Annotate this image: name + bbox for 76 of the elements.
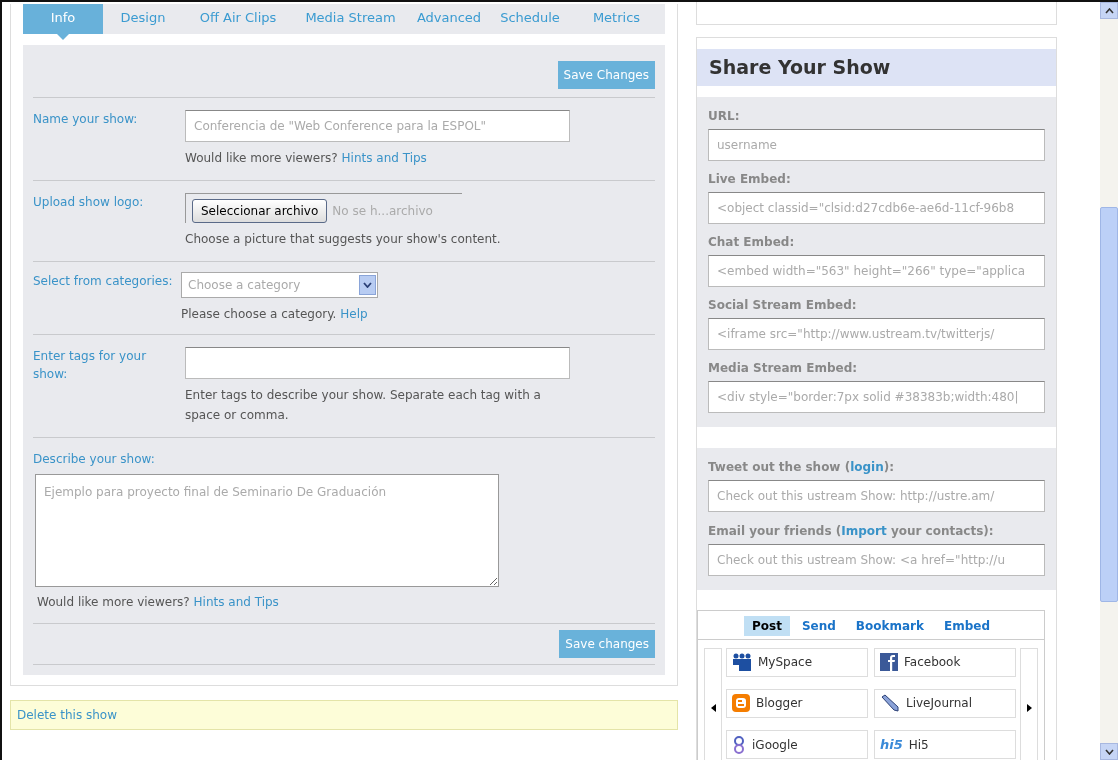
hint-text: Please choose a category. Help (181, 306, 369, 323)
import-link[interactable]: Import (841, 523, 887, 538)
scrollbar[interactable] (1100, 2, 1118, 760)
tab[interactable]: Advanced (408, 4, 490, 34)
hint-text: Would like more viewers? Hints and Tips (37, 594, 280, 611)
share-tab[interactable]: Embed (935, 615, 998, 636)
message-field[interactable]: Check out this ustream Show: http://ustre.am/ (708, 479, 1045, 512)
choose-file-button[interactable]: Seleccionar archivo (192, 199, 328, 223)
triangle-right-icon (1026, 703, 1032, 712)
logo-text: hi5 (880, 735, 903, 754)
save-changes-button[interactable]: Save Changes (557, 61, 655, 89)
message-field[interactable]: Check out this ustream Show: <a href="http://u (708, 543, 1045, 576)
hint-text: Choose a picture that suggests your show's content. (185, 231, 501, 248)
field-label: Email your friends (Import your contacts): (708, 522, 995, 540)
field-label: Chat Embed: (708, 233, 796, 251)
field-label: URL: (708, 107, 741, 125)
field-label: Tweet out the show (login): (708, 458, 896, 476)
triangle-left-icon (710, 703, 716, 712)
field-label: Upload show logo: (33, 194, 145, 211)
share-service-link[interactable]: Blogger (726, 688, 868, 718)
blogger-icon (732, 694, 750, 713)
field-label: Name your show: (33, 111, 139, 128)
field-label: Describe your show: (33, 451, 156, 468)
share-tab[interactable]: Send (793, 615, 844, 636)
login-link[interactable]: login (850, 459, 884, 474)
service-name: iGoogle (752, 736, 798, 754)
share-title: Share Your Show (697, 49, 1056, 86)
myspace-icon (732, 653, 752, 671)
field-label: Media Stream Embed: (708, 359, 859, 377)
facebook-icon (880, 653, 898, 671)
hints-link[interactable]: Hints and Tips (193, 595, 279, 609)
text-field[interactable]: Conferencia de "Web Conference para la ESPOL" (185, 110, 570, 142)
embed-code-field[interactable]: <embed width="563" height="266" type="applica (708, 254, 1045, 287)
tab[interactable]: Media Stream (293, 4, 408, 34)
field-label: Enter tags for your show: (33, 348, 148, 383)
service-name: MySpace (758, 654, 813, 671)
embed-code-field[interactable]: <div style="border:7px solid #38383b;width:480| (708, 380, 1045, 413)
field-label: Live Embed: (708, 170, 792, 188)
scroll-right-button[interactable] (1020, 647, 1038, 760)
tab[interactable]: Metrics (570, 4, 663, 34)
embed-code-field[interactable]: <iframe src="http://www.ustream.tv/twitterjs/ (708, 317, 1045, 350)
pencil-icon (880, 694, 900, 713)
save-changes-button[interactable]: Save changes (559, 630, 655, 658)
scroll-left-button[interactable] (704, 647, 722, 760)
scroll-down-icon[interactable] (1100, 743, 1118, 760)
share-service-link[interactable]: Facebook (874, 647, 1016, 677)
hints-link[interactable]: Help (340, 307, 368, 321)
service-name: Blogger (756, 695, 803, 713)
share-service-link[interactable]: LiveJournal (874, 688, 1016, 718)
description-field[interactable]: Ejemplo para proyecto final de Seminario De Graduación (35, 474, 499, 587)
tab[interactable]: Schedule (490, 4, 570, 34)
hints-link[interactable]: Hints and Tips (341, 151, 427, 165)
delete-show-link[interactable]: Delete this show (10, 700, 678, 730)
category-dropdown[interactable]: Choose a category (181, 272, 378, 298)
scroll-up-icon[interactable] (1100, 2, 1118, 19)
field-label: Social Stream Embed: (708, 296, 858, 314)
field-label: Select from categories: (33, 273, 174, 290)
share-service-link[interactable]: iGoogle (726, 730, 868, 760)
share-tab[interactable]: Bookmark (847, 615, 932, 636)
embed-code-field[interactable]: username (708, 128, 1045, 161)
circles-icon (732, 735, 746, 754)
share-service-link[interactable]: MySpace (726, 647, 868, 677)
tab[interactable]: Design (103, 4, 183, 34)
hint-text: Would like more viewers? Hints and Tips (185, 150, 428, 167)
hint-text: Enter tags to describe your show. Separate each tag with a space or comma. (185, 387, 542, 424)
tab-pointer-icon (57, 34, 69, 40)
share-tab[interactable]: Post (744, 615, 790, 636)
tab[interactable]: Off Air Clips (183, 4, 293, 34)
share-service-link[interactable]: hi5 Hi5 (874, 730, 1016, 760)
text-field[interactable] (185, 347, 570, 379)
file-status-text: No se h...archivo (332, 203, 433, 220)
embed-code-field[interactable]: <object classid="clsid:d27cdb6e-ae6d-11cf-96b8 (708, 191, 1045, 224)
service-name: LiveJournal (906, 695, 972, 713)
scroll-thumb[interactable] (1100, 207, 1118, 602)
service-name: Hi5 (908, 736, 929, 754)
service-name: Facebook (904, 654, 961, 671)
